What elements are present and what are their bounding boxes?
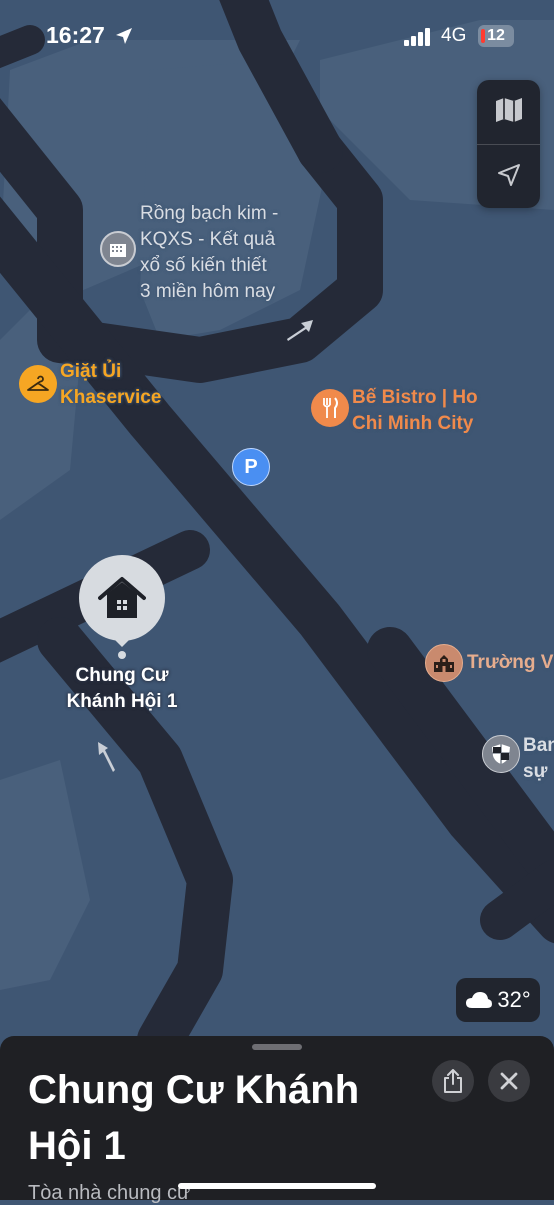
hanger-icon: [27, 375, 49, 391]
label-line: Khaservice: [60, 387, 162, 408]
label-line: Khánh Hội 1: [66, 691, 178, 712]
battery-level-icon: [481, 29, 485, 43]
label-line: Chi Minh City: [352, 413, 474, 434]
label-line: sự: [523, 761, 548, 782]
poi-label-truong[interactable]: Trường V: [467, 650, 553, 676]
place-sheet[interactable]: Chung Cư Khánh Hội 1 Tòa nhà chung cư: [0, 1036, 554, 1204]
poi-label-ban[interactable]: Ban sự: [523, 733, 554, 785]
label-line: Rồng bạch kim -: [140, 203, 279, 224]
label-line: Trường V: [467, 652, 554, 673]
poi-label-be-bistro[interactable]: Bế Bistro | Ho Chi Minh City: [352, 385, 478, 437]
parking-poi-pin[interactable]: P: [232, 448, 270, 486]
house-icon: [98, 577, 146, 618]
laundry-poi-pin[interactable]: [19, 365, 57, 403]
poi-label-rong-bach-kim[interactable]: Rồng bạch kim - KQXS - Kết quả xổ số kiế…: [140, 201, 278, 305]
share-icon: [444, 1069, 462, 1093]
pin-dot: [118, 651, 126, 659]
government-poi-pin[interactable]: [482, 735, 520, 773]
close-icon: [500, 1072, 518, 1090]
location-arrow-icon: [496, 162, 522, 193]
close-button[interactable]: [488, 1060, 530, 1102]
restaurant-poi-pin[interactable]: [311, 389, 349, 427]
signal-bars-icon: [404, 28, 432, 51]
building-poi-pin[interactable]: [100, 231, 136, 267]
school-poi-pin[interactable]: [425, 644, 463, 682]
place-title: Chung Cư Khánh Hội 1: [28, 1068, 360, 1168]
status-bar: 16:27 4G 12: [0, 0, 554, 70]
label-line: Ban: [523, 735, 554, 756]
network-type: 4G: [441, 25, 467, 46]
label-line: 3 miền hôm nay: [140, 281, 276, 302]
school-icon: [434, 655, 454, 672]
weather-badge[interactable]: 32°: [456, 978, 540, 1022]
selected-place-marker[interactable]: [79, 555, 165, 661]
label-line: KQXS - Kết quả: [140, 229, 276, 250]
temperature: 32°: [497, 987, 531, 1012]
share-button[interactable]: [432, 1060, 474, 1102]
home-indicator[interactable]: [178, 1183, 376, 1189]
locate-me-button[interactable]: [477, 145, 540, 209]
selected-place-label[interactable]: Chung Cư Khánh Hội 1: [52, 663, 192, 715]
label-line: Bế Bistro | Ho: [352, 387, 478, 408]
pin-pointer: [114, 639, 130, 647]
status-time: 16:27: [46, 22, 105, 48]
map-mode-button[interactable]: [477, 80, 540, 144]
cloud-icon: [466, 992, 493, 1008]
parking-label: P: [244, 455, 258, 478]
map-icon: [495, 97, 523, 128]
label-line: Chung Cư: [75, 665, 169, 686]
fork-knife-icon: [323, 397, 338, 418]
poi-label-giat-ui[interactable]: Giặt Ủi Khaservice: [60, 359, 161, 411]
map-controls: [477, 80, 540, 208]
building-icon: [110, 244, 126, 257]
battery-indicator: 12: [478, 25, 514, 47]
label-line: Giặt Ủi: [60, 361, 122, 382]
shield-icon: [492, 744, 510, 764]
label-line: xổ số kiến thiết: [140, 255, 267, 276]
battery-percent: 12: [487, 27, 505, 44]
place-category: Tòa nhà chung cư: [28, 1182, 191, 1204]
sheet-grabber[interactable]: [252, 1044, 302, 1050]
location-services-icon: [114, 26, 134, 51]
selected-pin-bubble: [79, 555, 165, 641]
